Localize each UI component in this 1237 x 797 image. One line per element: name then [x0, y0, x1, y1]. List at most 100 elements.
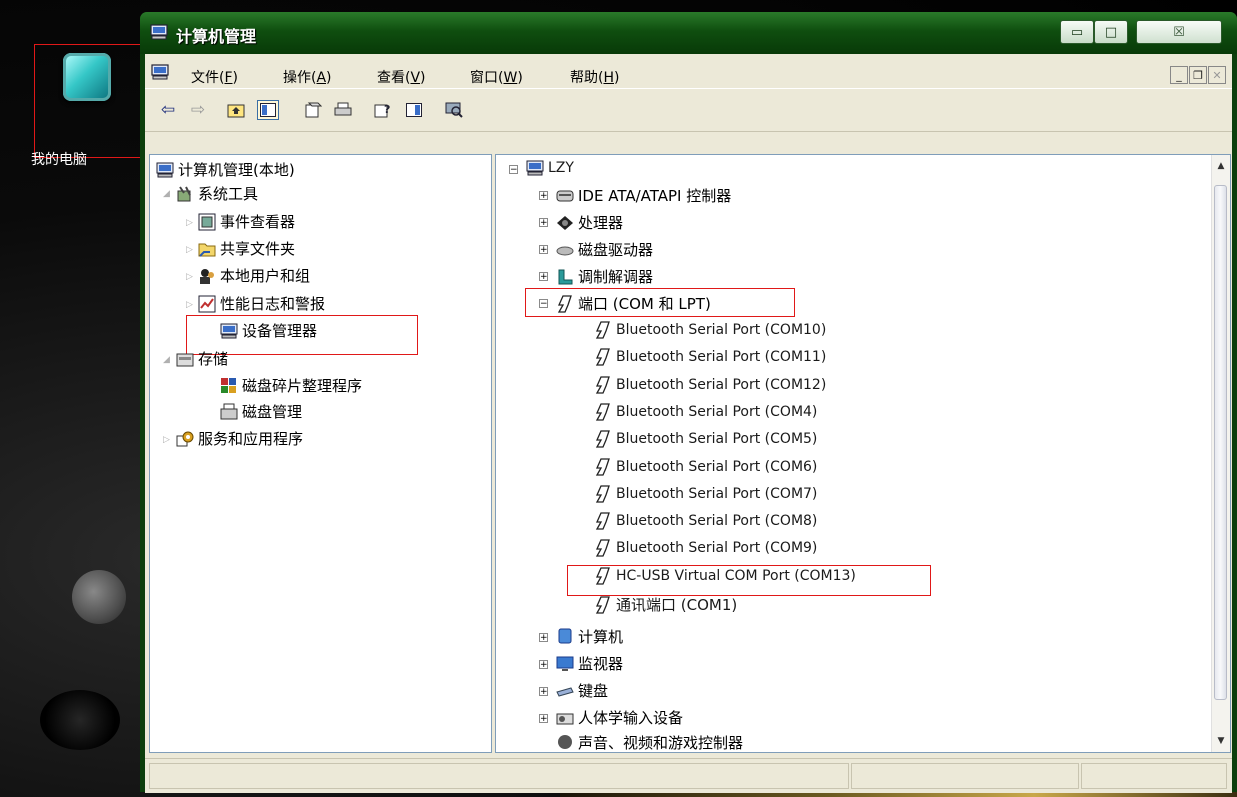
port-item[interactable]: Bluetooth Serial Port (COM10): [594, 321, 826, 339]
port-label: 通讯端口 (COM1): [616, 596, 738, 614]
window-client-area: 文件(F) 操作(A) 查看(V) 窗口(W) 帮助(H) _ ❐ ✕ ⇦ ⇨: [145, 54, 1232, 793]
expand-toggle[interactable]: +: [539, 218, 548, 228]
child-close-button[interactable]: ✕: [1208, 66, 1226, 84]
vertical-scrollbar[interactable]: ▲ ▼: [1211, 155, 1230, 752]
port-item[interactable]: Bluetooth Serial Port (COM9): [594, 539, 817, 558]
tree-item-system-tools[interactable]: 系统工具: [176, 183, 258, 204]
scroll-up-icon[interactable]: ▲: [1212, 157, 1230, 175]
menu-window[interactable]: 窗口(W): [470, 67, 523, 87]
print-icon[interactable]: [332, 100, 354, 120]
expand-arrow-icon[interactable]: ▷: [186, 218, 193, 228]
scroll-down-icon[interactable]: ▼: [1212, 732, 1230, 750]
close-button[interactable]: ☒: [1136, 20, 1222, 44]
device-tree-pane[interactable]: − LZY + IDE ATA/ATAPI 控制器 + 处理器 + 磁盘驱动器 …: [495, 154, 1231, 753]
computer-icon: [558, 628, 572, 643]
device-tree-root[interactable]: LZY: [526, 159, 574, 177]
tree-item-disk-management[interactable]: 磁盘管理: [220, 401, 302, 422]
device-category-hid[interactable]: 人体学输入设备: [556, 707, 683, 728]
shared-folder-icon: [198, 243, 216, 257]
expand-toggle[interactable]: +: [539, 660, 548, 670]
up-icon[interactable]: [225, 100, 247, 120]
show-tree-icon[interactable]: [257, 100, 279, 120]
menu-help[interactable]: 帮助(H): [570, 67, 619, 87]
port-label: Bluetooth Serial Port (COM10): [616, 322, 827, 338]
port-item[interactable]: Bluetooth Serial Port (COM6): [594, 457, 818, 476]
tree-root-computer-management[interactable]: 计算机管理(本地): [156, 159, 295, 180]
console-tree-pane[interactable]: 计算机管理(本地) ◢ 系统工具 ▷ 事件查看器 ▷ 共享文件夹 ▷ 本地用户和…: [149, 154, 492, 753]
tree-item-local-users[interactable]: 本地用户和组: [198, 265, 310, 286]
minimize-button[interactable]: ▭: [1060, 20, 1094, 44]
expand-arrow-icon[interactable]: ▷: [186, 300, 193, 310]
menu-file[interactable]: 文件(F): [191, 67, 238, 87]
child-minimize-button[interactable]: _: [1170, 66, 1188, 84]
tree-item-services-apps[interactable]: 服务和应用程序: [176, 428, 303, 449]
desktop-decoration: [72, 570, 126, 624]
collapse-arrow-icon[interactable]: ◢: [163, 189, 170, 199]
maximize-button[interactable]: □: [1094, 20, 1128, 44]
child-restore-button[interactable]: ❐: [1189, 66, 1207, 84]
tree-item-shared-folders[interactable]: 共享文件夹: [198, 238, 295, 259]
device-category-keyboard[interactable]: 键盘: [556, 680, 608, 701]
tree-label: 事件查看器: [220, 213, 296, 231]
expand-toggle[interactable]: +: [539, 687, 548, 697]
port-icon: [595, 375, 610, 394]
port-item[interactable]: Bluetooth Serial Port (COM4): [594, 403, 817, 421]
menu-view[interactable]: 查看(V): [377, 67, 426, 87]
collapse-arrow-icon[interactable]: ◢: [163, 355, 170, 365]
tree-label: 处理器: [578, 214, 624, 232]
system-menu-icon[interactable]: [151, 64, 169, 80]
expand-toggle[interactable]: +: [539, 191, 548, 201]
tree-label: 存储: [198, 350, 229, 368]
port-item[interactable]: Bluetooth Serial Port (COM5): [594, 430, 817, 448]
disk-management-icon: [220, 403, 238, 419]
desktop-icon-my-computer[interactable]: 我的电脑: [31, 44, 142, 168]
port-item[interactable]: Bluetooth Serial Port (COM8): [594, 512, 817, 530]
port-label: Bluetooth Serial Port (COM6): [616, 458, 818, 475]
expand-toggle[interactable]: +: [539, 245, 548, 255]
properties-icon[interactable]: [302, 100, 324, 120]
port-icon: [595, 539, 610, 558]
device-category-ide[interactable]: IDE ATA/ATAPI 控制器: [556, 185, 731, 206]
expand-arrow-icon[interactable]: ▷: [186, 272, 193, 282]
port-icon: [595, 485, 610, 503]
expand-arrow-icon[interactable]: ▷: [186, 245, 193, 255]
expand-toggle[interactable]: +: [539, 633, 548, 643]
port-item[interactable]: Bluetooth Serial Port (COM12): [594, 375, 826, 394]
keyboard-icon: [556, 686, 574, 697]
device-category-computer[interactable]: 计算机: [556, 626, 623, 647]
expand-arrow-icon[interactable]: ▷: [163, 435, 170, 445]
port-item[interactable]: Bluetooth Serial Port (COM7): [594, 485, 817, 503]
device-category-monitor[interactable]: 监视器: [556, 653, 623, 674]
scan-hardware-icon[interactable]: [443, 100, 465, 120]
back-icon[interactable]: ⇦: [157, 100, 179, 120]
tree-label: 监视器: [578, 655, 624, 673]
sound-icon: [558, 735, 572, 749]
menu-action[interactable]: 操作(A): [283, 67, 332, 87]
expand-toggle[interactable]: +: [539, 272, 548, 282]
collapse-toggle[interactable]: −: [509, 165, 518, 175]
port-item[interactable]: 通讯端口 (COM1): [594, 594, 737, 615]
forward-icon[interactable]: ⇨: [187, 100, 209, 120]
help-icon[interactable]: ?: [372, 100, 394, 120]
device-category-sound[interactable]: 声音、视频和游戏控制器: [556, 734, 743, 750]
close-icon: ☒: [1173, 24, 1185, 40]
title-bar[interactable]: 计算机管理 ▭ □ ☒: [140, 12, 1237, 54]
show-hide-icon[interactable]: [403, 100, 425, 120]
port-label: Bluetooth Serial Port (COM4): [616, 403, 818, 420]
tree-item-performance-logs[interactable]: 性能日志和警报: [198, 293, 325, 314]
device-category-disk[interactable]: 磁盘驱动器: [556, 239, 653, 260]
expand-toggle[interactable]: +: [539, 714, 548, 724]
minimize-icon: _: [1176, 68, 1182, 82]
tree-item-storage[interactable]: 存储: [176, 348, 228, 369]
tree-item-defrag[interactable]: 磁盘碎片整理程序: [220, 375, 362, 396]
scrollbar-thumb[interactable]: [1214, 185, 1227, 700]
svg-text:?: ?: [384, 103, 390, 116]
desktop-icon-label: 我的电脑: [31, 152, 87, 168]
tree-item-event-viewer[interactable]: 事件查看器: [198, 211, 295, 232]
device-category-modem[interactable]: 调制解调器: [556, 266, 653, 287]
tree-label: 性能日志和警报: [220, 295, 326, 313]
close-icon: ✕: [1212, 68, 1222, 82]
port-item[interactable]: Bluetooth Serial Port (COM11): [594, 348, 826, 366]
device-category-processor[interactable]: 处理器: [556, 212, 623, 233]
tree-label: 磁盘碎片整理程序: [242, 377, 363, 395]
